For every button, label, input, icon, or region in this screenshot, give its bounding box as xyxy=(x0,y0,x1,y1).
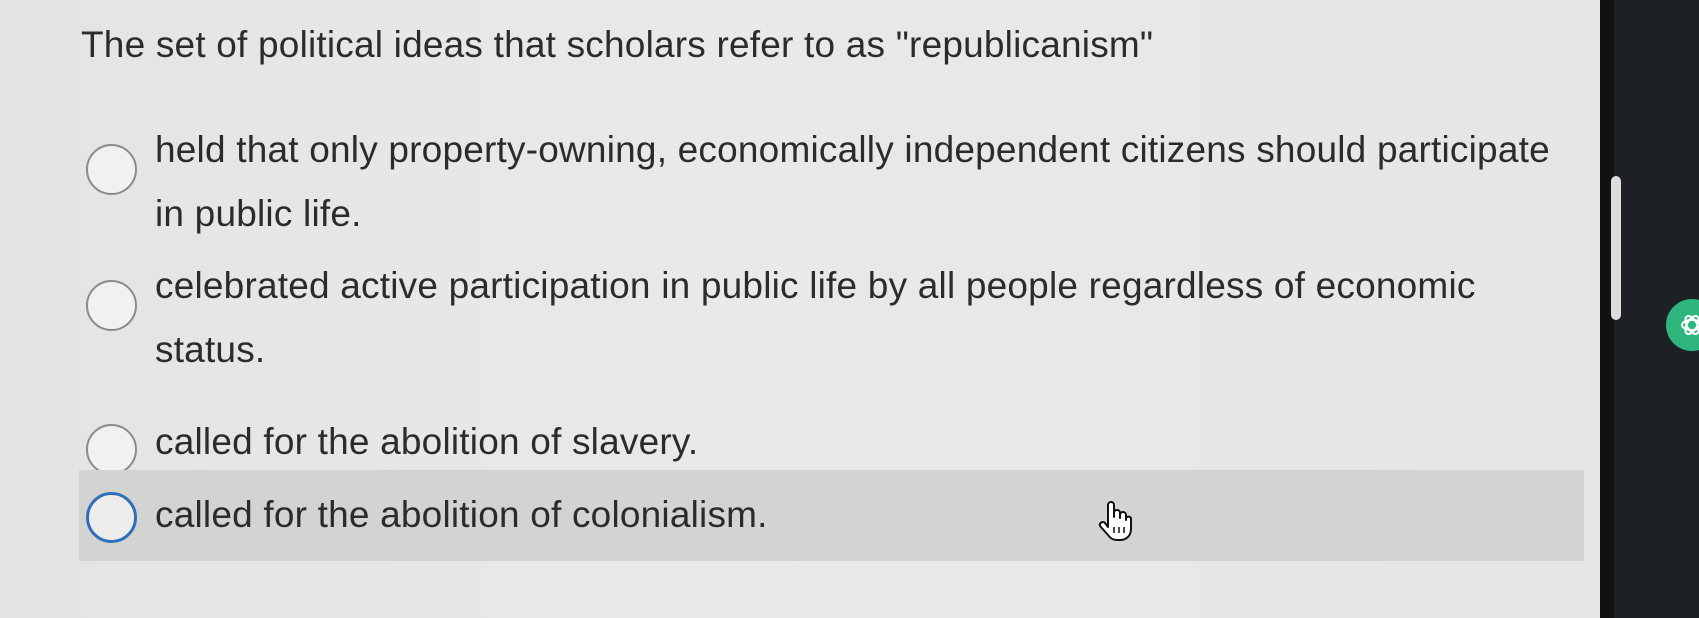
answer-option-2-label[interactable]: celebrated active participation in publi… xyxy=(155,254,1515,382)
chatgpt-icon[interactable] xyxy=(1666,299,1699,351)
scrollbar-thumb[interactable] xyxy=(1611,176,1621,320)
radio-button-4[interactable] xyxy=(86,492,137,543)
answer-option-4[interactable]: called for the abolition of colonialism. xyxy=(79,470,1584,561)
answer-option-2[interactable]: celebrated active participation in publi… xyxy=(0,254,1600,382)
answer-option-1[interactable]: held that only property-owning, economic… xyxy=(0,118,1600,246)
answer-option-3-label[interactable]: called for the abolition of slavery. xyxy=(155,410,698,474)
radio-button-3[interactable] xyxy=(86,424,137,475)
answer-option-1-label[interactable]: held that only property-owning, economic… xyxy=(155,118,1575,246)
radio-button-1[interactable] xyxy=(86,144,137,195)
question-text: The set of political ideas that scholars… xyxy=(81,24,1154,65)
quiz-panel: The set of political ideas that scholars… xyxy=(0,0,1600,618)
answer-option-3[interactable]: called for the abolition of slavery. xyxy=(0,410,1600,475)
answer-option-4-label[interactable]: called for the abolition of colonialism. xyxy=(155,483,768,547)
hand-pointer-icon xyxy=(1098,500,1132,547)
radio-button-2[interactable] xyxy=(86,280,137,331)
